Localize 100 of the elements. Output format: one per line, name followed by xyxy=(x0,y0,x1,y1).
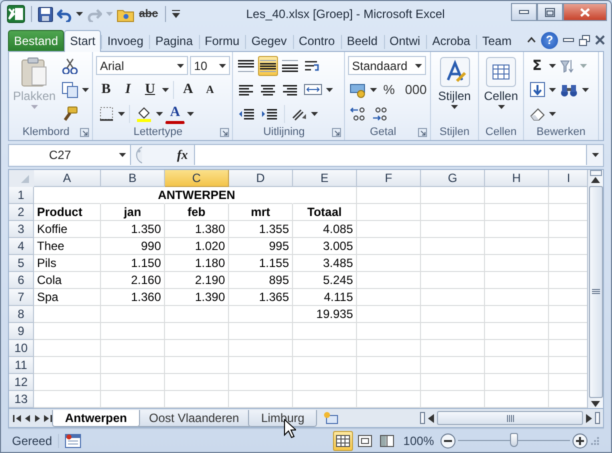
ribbon-tab[interactable]: Start xyxy=(64,30,102,52)
ribbon-tab[interactable]: Formu xyxy=(198,30,246,51)
file-tab[interactable]: Bestand xyxy=(8,30,64,51)
formula-field[interactable] xyxy=(194,145,586,166)
next-sheet-icon[interactable] xyxy=(33,414,42,423)
ribbon-tab[interactable]: Acroba xyxy=(426,30,476,51)
help-button[interactable]: ? xyxy=(541,32,558,49)
row-header[interactable]: 7 xyxy=(9,289,34,306)
undo-icon[interactable] xyxy=(57,6,72,22)
font-color-button[interactable]: A xyxy=(165,104,185,124)
font-size-field[interactable]: 10 xyxy=(190,56,230,76)
split-handle-icon[interactable] xyxy=(590,170,602,176)
row-header[interactable]: 12 xyxy=(9,374,34,392)
cells-button[interactable]: Cellen xyxy=(482,54,520,124)
column-header[interactable]: H xyxy=(485,170,549,188)
ribbon-tab[interactable]: Invoeg xyxy=(101,30,150,51)
sheet-tab[interactable]: Antwerpen xyxy=(52,410,140,427)
caret-icon[interactable] xyxy=(549,112,556,116)
scroll-right-icon[interactable] xyxy=(585,414,593,423)
ribbon-tab[interactable]: Team xyxy=(476,30,518,51)
caret-icon[interactable] xyxy=(82,88,89,92)
zoom-out-icon[interactable] xyxy=(440,432,456,449)
row-header[interactable]: 9 xyxy=(9,323,34,340)
row-header[interactable]: 11 xyxy=(9,357,34,374)
customize-toolbar-icon[interactable] xyxy=(172,10,180,18)
row-header[interactable]: 8 xyxy=(9,306,34,324)
column-header[interactable]: E xyxy=(293,170,357,188)
zoom-level[interactable]: 100% xyxy=(403,434,434,448)
column-header[interactable]: B xyxy=(101,170,165,188)
maximize-button[interactable] xyxy=(537,3,563,21)
caret-icon[interactable] xyxy=(76,12,83,16)
column-header[interactable]: F xyxy=(357,170,421,188)
thousands-button[interactable]: 000 xyxy=(401,80,431,100)
caret-icon[interactable] xyxy=(219,64,226,68)
dialog-launcher-icon[interactable] xyxy=(80,128,89,137)
zoom-in-icon[interactable] xyxy=(572,432,588,449)
italic-button[interactable]: I xyxy=(118,80,138,100)
font-name-field[interactable]: Arial xyxy=(96,56,188,76)
autosum-button[interactable]: Σ xyxy=(527,56,547,76)
column-header[interactable]: C xyxy=(165,170,229,188)
caret-icon[interactable] xyxy=(549,64,556,68)
sheet-tab[interactable]: Limburg xyxy=(248,410,318,427)
copy-button[interactable] xyxy=(60,80,80,100)
caret-icon[interactable] xyxy=(187,112,194,116)
caret-icon[interactable] xyxy=(498,104,504,109)
number-format-field[interactable]: Standaard xyxy=(348,56,426,76)
caret-icon[interactable] xyxy=(582,88,589,92)
previous-sheet-icon[interactable] xyxy=(23,414,32,423)
grow-font-button[interactable]: A xyxy=(178,80,198,100)
split-handle-icon[interactable] xyxy=(420,412,425,424)
save-icon[interactable] xyxy=(38,6,53,22)
restore-icon[interactable] xyxy=(579,34,590,46)
row-header[interactable]: 13 xyxy=(9,391,34,408)
first-sheet-icon[interactable] xyxy=(13,414,22,423)
minimize-button[interactable] xyxy=(511,3,537,21)
row-header[interactable]: 4 xyxy=(9,238,34,256)
align-middle-button[interactable] xyxy=(258,56,278,76)
column-header[interactable]: G xyxy=(421,170,485,188)
minimize-icon[interactable] xyxy=(563,38,574,42)
column-header[interactable]: D xyxy=(229,170,293,188)
caret-icon[interactable] xyxy=(592,153,598,158)
ribbon-tab[interactable]: Gegev xyxy=(245,30,293,51)
column-header[interactable]: I xyxy=(549,170,588,188)
row-header[interactable]: 1 xyxy=(9,187,34,204)
dialog-launcher-icon[interactable] xyxy=(220,128,229,137)
ribbon-tab[interactable]: Ontwi xyxy=(384,30,426,51)
spelling-button[interactable]: abc xyxy=(138,8,159,20)
dialog-launcher-icon[interactable] xyxy=(332,128,341,137)
caret-icon[interactable] xyxy=(119,153,126,158)
caret-icon[interactable] xyxy=(415,64,422,68)
shrink-font-button[interactable]: A xyxy=(200,80,220,100)
caret-icon[interactable] xyxy=(177,64,184,68)
caret-icon[interactable] xyxy=(162,88,169,92)
insert-sheet-icon[interactable] xyxy=(323,411,340,426)
fill-down-button[interactable] xyxy=(527,80,547,100)
row-header[interactable]: 5 xyxy=(9,255,34,272)
row-header[interactable]: 2 xyxy=(9,204,34,222)
row-header[interactable]: 6 xyxy=(9,272,34,290)
dialog-launcher-icon[interactable] xyxy=(418,128,427,137)
collapse-ribbon-icon[interactable] xyxy=(527,37,536,44)
row-header[interactable]: 10 xyxy=(9,340,34,358)
styles-button[interactable]: Stijlen xyxy=(434,54,475,124)
underline-button[interactable]: U xyxy=(140,80,160,100)
record-macro-icon[interactable] xyxy=(65,434,82,448)
name-box[interactable]: C27 xyxy=(9,145,131,166)
scrollbar-thumb[interactable] xyxy=(437,411,583,426)
ribbon-tab[interactable]: Contro xyxy=(292,30,341,51)
insert-function-button[interactable]: fx xyxy=(177,147,188,164)
close-icon[interactable] xyxy=(595,35,605,46)
ribbon-tab[interactable]: Pagina xyxy=(149,30,199,51)
bold-button[interactable]: B xyxy=(96,80,116,100)
caret-icon[interactable] xyxy=(451,104,458,109)
normal-view-button[interactable] xyxy=(333,430,354,451)
excel-logo-icon[interactable] xyxy=(7,5,25,24)
resize-grip-icon[interactable] xyxy=(590,436,600,446)
scroll-left-icon[interactable] xyxy=(427,414,435,423)
caret-icon[interactable] xyxy=(311,112,318,116)
row-header[interactable]: 3 xyxy=(9,221,34,238)
last-sheet-icon[interactable] xyxy=(43,414,52,423)
caret-icon[interactable] xyxy=(370,88,377,92)
